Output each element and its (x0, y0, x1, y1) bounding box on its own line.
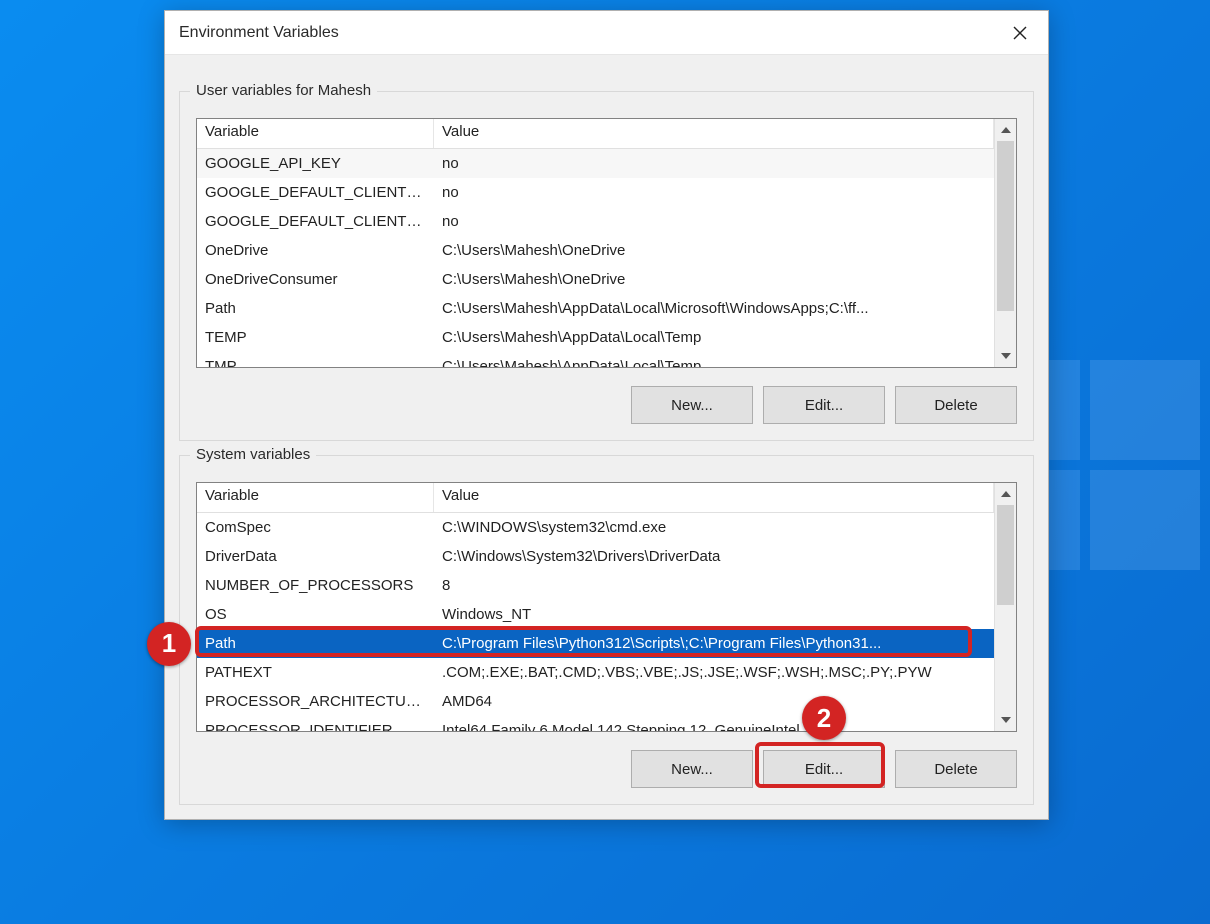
table-row[interactable]: TMPC:\Users\Mahesh\AppData\Local\Temp (197, 352, 994, 367)
system-edit-button[interactable]: Edit... (763, 750, 885, 788)
user-col-variable[interactable]: Variable (197, 119, 434, 148)
scrollbar-thumb[interactable] (997, 505, 1014, 605)
table-row[interactable]: OneDriveC:\Users\Mahesh\OneDrive (197, 236, 994, 265)
table-row[interactable]: TEMPC:\Users\Mahesh\AppData\Local\Temp (197, 323, 994, 352)
row-variable: PATHEXT (197, 662, 434, 683)
row-value: 8 (434, 575, 994, 596)
table-row[interactable]: DriverDataC:\Windows\System32\Drivers\Dr… (197, 542, 994, 571)
table-row[interactable]: ComSpecC:\WINDOWS\system32\cmd.exe (197, 513, 994, 542)
row-value: C:\Users\Mahesh\OneDrive (434, 240, 994, 261)
annotation-callout-1: 1 (147, 622, 191, 666)
row-variable: Path (197, 298, 434, 319)
row-variable: GOOGLE_DEFAULT_CLIENT_... (197, 211, 434, 232)
row-variable: OneDrive (197, 240, 434, 261)
row-variable: GOOGLE_API_KEY (197, 153, 434, 174)
row-value: Intel64 Family 6 Model 142 Stepping 12, … (434, 720, 994, 731)
row-value: C:\Program Files\Python312\Scripts\;C:\P… (434, 633, 994, 654)
user-variables-list[interactable]: Variable Value GOOGLE_API_KEYnoGOOGLE_DE… (196, 118, 1017, 368)
dialog-body: User variables for Mahesh Variable Value… (165, 55, 1048, 819)
row-value: C:\Users\Mahesh\OneDrive (434, 269, 994, 290)
table-row[interactable]: PathC:\Users\Mahesh\AppData\Local\Micros… (197, 294, 994, 323)
row-value: C:\Users\Mahesh\AppData\Local\Temp (434, 327, 994, 348)
row-value: AMD64 (434, 691, 994, 712)
table-row[interactable]: NUMBER_OF_PROCESSORS8 (197, 571, 994, 600)
table-row[interactable]: PROCESSOR_IDENTIFIERIntel64 Family 6 Mod… (197, 716, 994, 731)
table-row[interactable]: GOOGLE_API_KEYno (197, 149, 994, 178)
environment-variables-dialog: Environment Variables User variables for… (164, 10, 1049, 820)
close-icon (1013, 26, 1027, 40)
scrollbar-thumb[interactable] (997, 141, 1014, 311)
table-row[interactable]: OneDriveConsumerC:\Users\Mahesh\OneDrive (197, 265, 994, 294)
table-row[interactable]: OSWindows_NT (197, 600, 994, 629)
user-delete-button[interactable]: Delete (895, 386, 1017, 424)
table-row[interactable]: PROCESSOR_ARCHITECTUREAMD64 (197, 687, 994, 716)
row-value: .COM;.EXE;.BAT;.CMD;.VBS;.VBE;.JS;.JSE;.… (434, 662, 994, 683)
row-value: C:\Users\Mahesh\AppData\Local\Temp (434, 356, 994, 367)
user-edit-button[interactable]: Edit... (763, 386, 885, 424)
row-variable: NUMBER_OF_PROCESSORS (197, 575, 434, 596)
table-row[interactable]: GOOGLE_DEFAULT_CLIENT_IDno (197, 178, 994, 207)
user-list-scrollbar[interactable] (994, 119, 1016, 367)
row-value: no (434, 182, 994, 203)
close-button[interactable] (992, 11, 1048, 55)
row-variable: GOOGLE_DEFAULT_CLIENT_ID (197, 182, 434, 203)
row-variable: OneDriveConsumer (197, 269, 434, 290)
system-col-value[interactable]: Value (434, 483, 994, 512)
row-value: no (434, 153, 994, 174)
user-variables-group: User variables for Mahesh Variable Value… (179, 91, 1034, 441)
table-row[interactable]: PathC:\Program Files\Python312\Scripts\;… (197, 629, 994, 658)
scroll-down-icon[interactable] (995, 345, 1016, 367)
scroll-up-icon[interactable] (995, 483, 1016, 505)
system-new-button[interactable]: New... (631, 750, 753, 788)
table-row[interactable]: PATHEXT.COM;.EXE;.BAT;.CMD;.VBS;.VBE;.JS… (197, 658, 994, 687)
table-row[interactable]: GOOGLE_DEFAULT_CLIENT_...no (197, 207, 994, 236)
system-list-scrollbar[interactable] (994, 483, 1016, 731)
system-variables-group: System variables Variable Value ComSpecC… (179, 455, 1034, 805)
scroll-up-icon[interactable] (995, 119, 1016, 141)
row-variable: OS (197, 604, 434, 625)
row-variable: PROCESSOR_ARCHITECTURE (197, 691, 434, 712)
row-value: Windows_NT (434, 604, 994, 625)
annotation-callout-2: 2 (802, 696, 846, 740)
scroll-down-icon[interactable] (995, 709, 1016, 731)
row-variable: PROCESSOR_IDENTIFIER (197, 720, 434, 731)
row-value: C:\WINDOWS\system32\cmd.exe (434, 517, 994, 538)
row-value: C:\Users\Mahesh\AppData\Local\Microsoft\… (434, 298, 994, 319)
user-col-value[interactable]: Value (434, 119, 994, 148)
row-value: C:\Windows\System32\Drivers\DriverData (434, 546, 994, 567)
system-delete-button[interactable]: Delete (895, 750, 1017, 788)
row-variable: DriverData (197, 546, 434, 567)
row-value: no (434, 211, 994, 232)
row-variable: TEMP (197, 327, 434, 348)
dialog-title: Environment Variables (179, 24, 339, 42)
row-variable: Path (197, 633, 434, 654)
system-col-variable[interactable]: Variable (197, 483, 434, 512)
row-variable: TMP (197, 356, 434, 367)
system-variables-list[interactable]: Variable Value ComSpecC:\WINDOWS\system3… (196, 482, 1017, 732)
user-variables-legend: User variables for Mahesh (190, 82, 377, 99)
row-variable: ComSpec (197, 517, 434, 538)
titlebar: Environment Variables (165, 11, 1048, 55)
user-new-button[interactable]: New... (631, 386, 753, 424)
system-variables-legend: System variables (190, 446, 316, 463)
